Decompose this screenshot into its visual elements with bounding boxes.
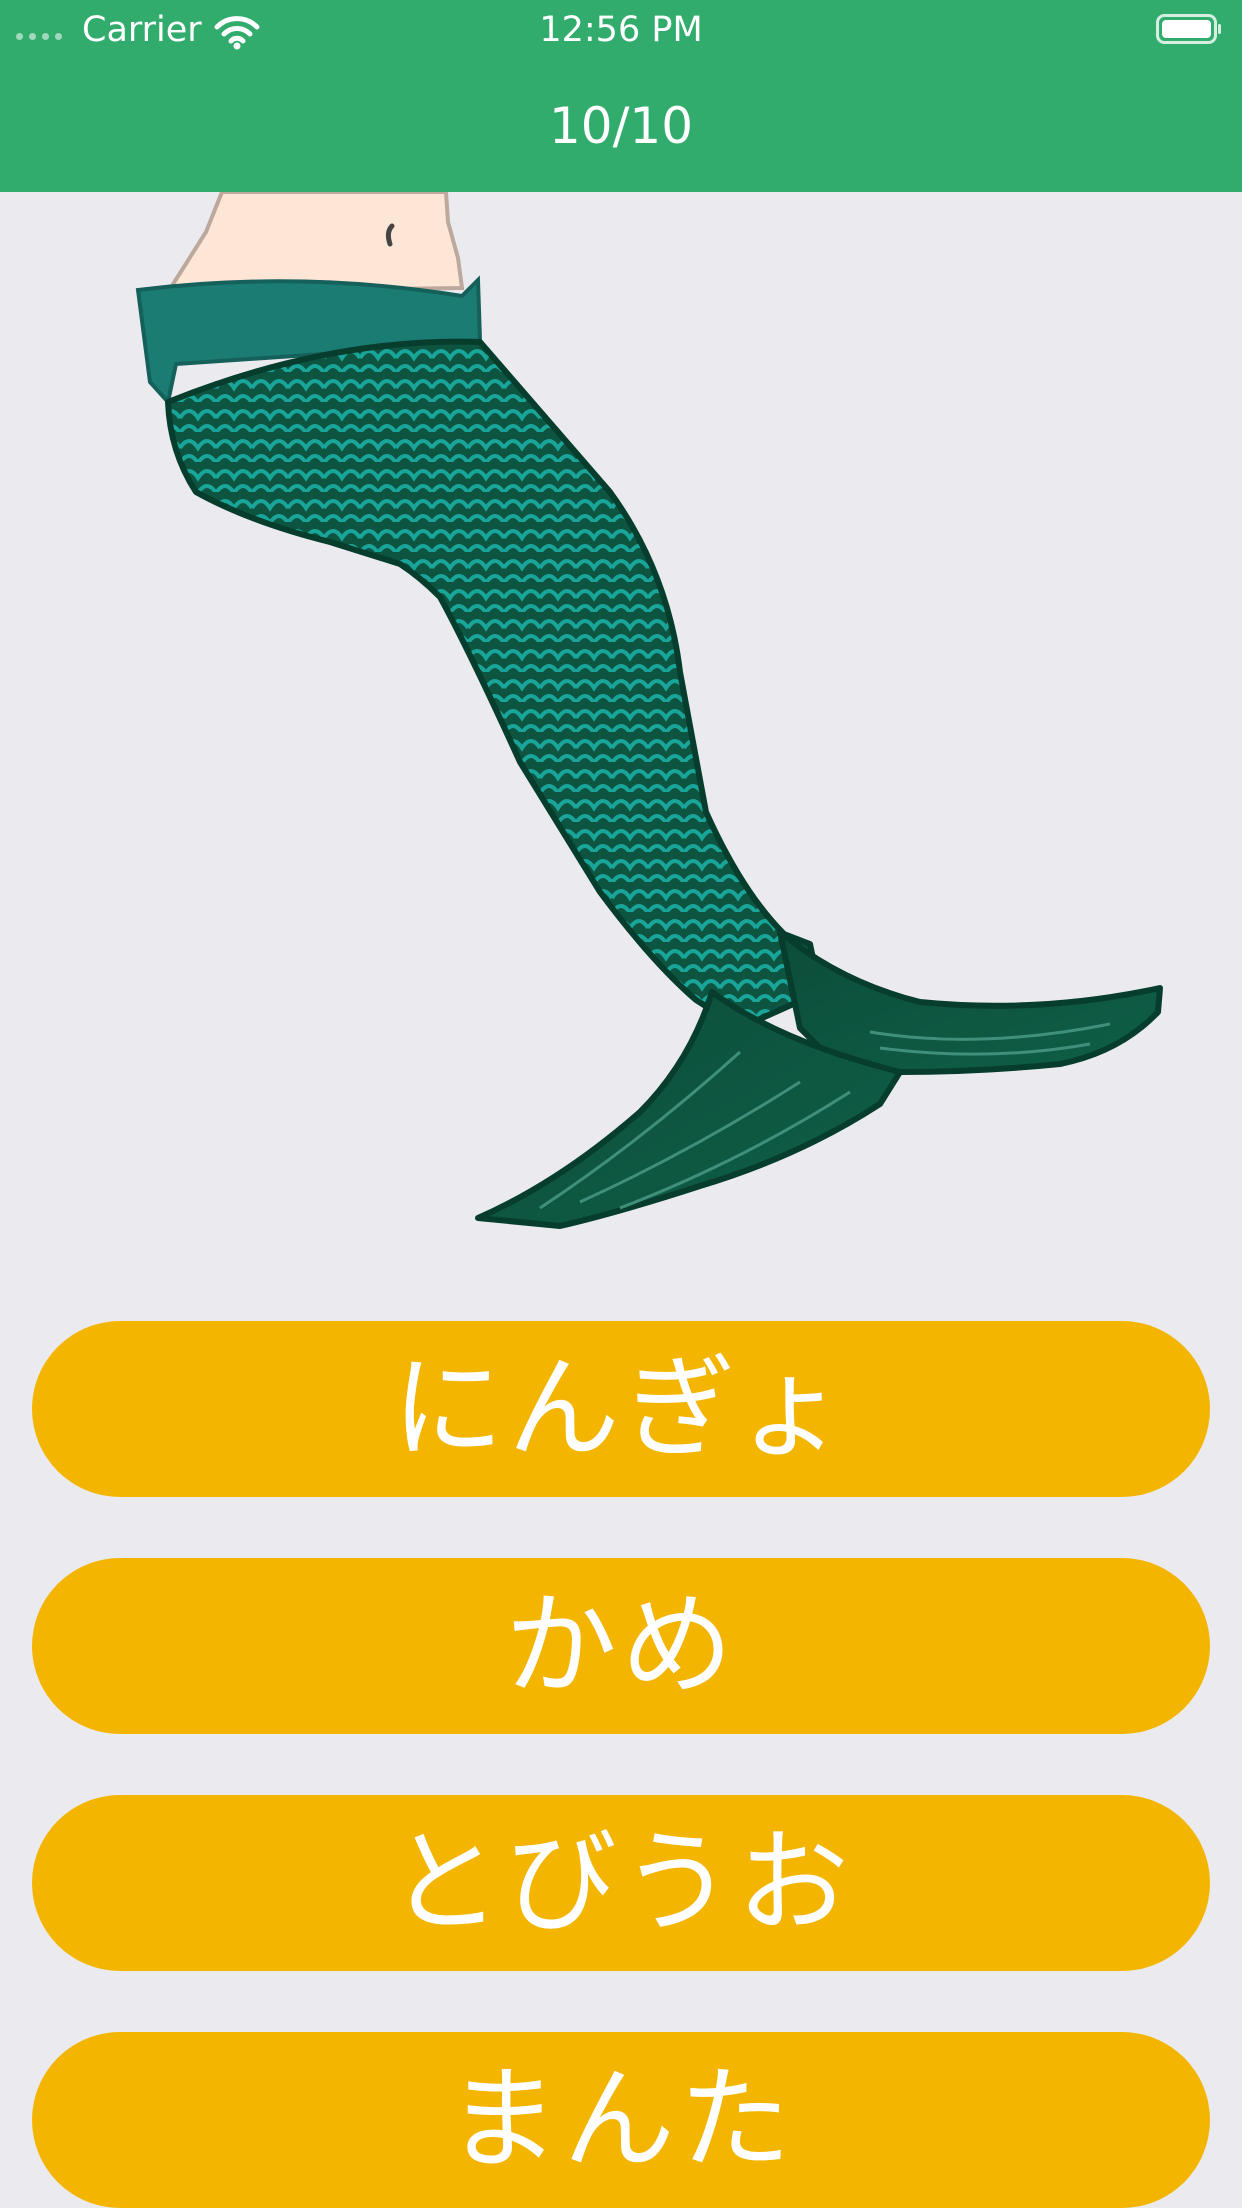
top-header: Carrier 12:56 PM 10/10 bbox=[0, 0, 1242, 192]
answer-button-3[interactable]: とびうお bbox=[32, 1795, 1210, 1971]
battery-icon bbox=[1156, 14, 1221, 44]
question-counter: 10/10 bbox=[548, 97, 694, 155]
mermaid-tail-illustration bbox=[135, 192, 1163, 1229]
answer-button-1[interactable]: にんぎょ bbox=[32, 1321, 1210, 1497]
status-time: 12:56 PM bbox=[539, 10, 703, 50]
answer-button-4[interactable]: まんた bbox=[32, 2032, 1210, 2208]
answer-button-2[interactable]: かめ bbox=[32, 1558, 1210, 1734]
status-bar: Carrier 12:56 PM bbox=[0, 0, 1242, 60]
